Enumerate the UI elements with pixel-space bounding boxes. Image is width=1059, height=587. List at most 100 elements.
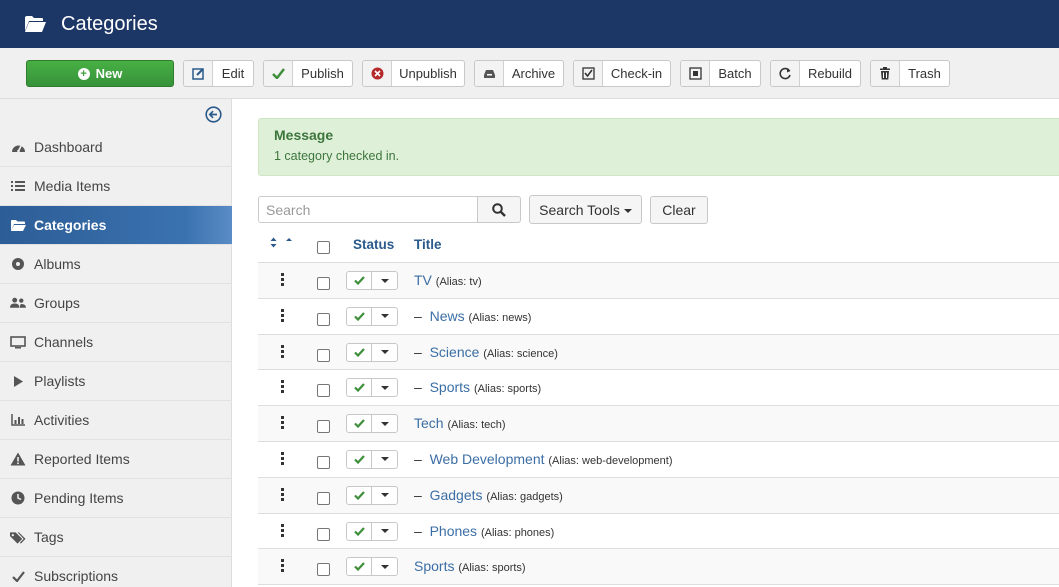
page-title: Categories xyxy=(61,12,158,35)
sidebar-item-categories[interactable]: Categories xyxy=(0,206,232,245)
unpublish-button[interactable]: Unpublish xyxy=(362,60,465,87)
row-checkbox[interactable] xyxy=(317,455,330,469)
new-button[interactable]: + New xyxy=(26,60,174,87)
status-dropdown-button[interactable] xyxy=(372,487,397,504)
category-alias: (Alias: phones) xyxy=(480,526,555,539)
table-row: – Web Development (Alias: web-developmen… xyxy=(258,442,1059,478)
drag-handle-icon[interactable] xyxy=(281,559,284,573)
search-input[interactable] xyxy=(258,196,478,223)
search-tools-button[interactable]: Search Tools xyxy=(529,195,642,224)
checkmark-icon xyxy=(353,491,365,500)
drag-handle-icon[interactable] xyxy=(281,416,284,430)
published-toggle-button[interactable] xyxy=(347,272,372,289)
drag-handle-icon[interactable] xyxy=(281,308,284,322)
sidebar-item-subscriptions[interactable]: Subscriptions xyxy=(0,557,232,587)
category-title-link[interactable]: Sports xyxy=(414,558,454,574)
category-title-link[interactable]: TV xyxy=(414,272,432,288)
drag-handle-icon[interactable] xyxy=(281,451,284,465)
status-dropdown-button[interactable] xyxy=(372,272,397,289)
sidebar-item-activities[interactable]: Activities xyxy=(0,401,232,440)
sidebar-item-reported-items[interactable]: Reported Items xyxy=(0,440,232,479)
sidebar-item-media-items[interactable]: Media Items xyxy=(0,167,232,206)
categories-table-body: TV (Alias: tv) – News (Alias: news) – Sc… xyxy=(258,263,1059,586)
published-toggle-button[interactable] xyxy=(347,415,372,433)
page-header: Categories xyxy=(0,0,1059,48)
row-checkbox[interactable] xyxy=(317,527,330,541)
sidebar-item-pending-items[interactable]: Pending Items xyxy=(0,479,232,518)
sidebar-item-channels[interactable]: Channels xyxy=(0,323,232,362)
status-dropdown-button[interactable] xyxy=(372,558,397,575)
search-button[interactable] xyxy=(477,196,521,223)
archive-button[interactable]: Archive xyxy=(474,60,564,87)
caret-down-icon xyxy=(380,529,389,534)
row-checkbox[interactable] xyxy=(317,348,330,362)
published-toggle-button[interactable] xyxy=(347,379,372,397)
drag-handle-icon[interactable] xyxy=(281,523,284,537)
trash-icon xyxy=(871,61,900,86)
sidebar-item-albums[interactable]: Albums xyxy=(0,245,232,284)
status-column-header[interactable]: Status xyxy=(353,237,394,252)
drag-handle-icon[interactable] xyxy=(281,380,284,394)
published-toggle-button[interactable] xyxy=(347,307,372,325)
published-toggle-button[interactable] xyxy=(347,558,372,576)
category-title-link[interactable]: Tech xyxy=(414,415,444,431)
rebuild-button-label: Rebuild xyxy=(807,66,853,81)
row-checkbox[interactable] xyxy=(317,563,330,577)
search-icon xyxy=(492,202,506,217)
clear-button-label: Clear xyxy=(662,202,696,218)
published-toggle-button[interactable] xyxy=(347,522,372,540)
checkmark-icon xyxy=(353,383,365,393)
check-in-button[interactable]: Check-in xyxy=(573,60,671,87)
row-checkbox[interactable] xyxy=(317,420,330,434)
category-title-link[interactable]: Science xyxy=(430,344,480,360)
table-row: – News (Alias: news) xyxy=(258,299,1059,335)
batch-icon xyxy=(681,61,710,86)
published-toggle-button[interactable] xyxy=(347,343,372,361)
table-row: – Sports (Alias: sports) xyxy=(258,370,1059,407)
sidebar-item-groups[interactable]: Groups xyxy=(0,284,232,323)
row-checkbox[interactable] xyxy=(317,312,330,326)
drag-handle-icon[interactable] xyxy=(281,273,284,286)
category-alias: (Alias: tv) xyxy=(435,276,482,288)
published-toggle-button[interactable] xyxy=(347,486,372,504)
trash-button[interactable]: Trash xyxy=(870,60,950,87)
category-title-link[interactable]: Gadgets xyxy=(430,487,483,503)
published-toggle-button[interactable] xyxy=(347,450,372,468)
status-dropdown-button[interactable] xyxy=(372,308,397,325)
drag-handle-icon[interactable] xyxy=(281,487,284,501)
batch-button[interactable]: Batch xyxy=(680,60,761,87)
status-dropdown-button[interactable] xyxy=(372,451,397,468)
category-title-link[interactable]: Web Development xyxy=(430,451,545,467)
category-title-link[interactable]: Phones xyxy=(430,523,477,539)
edit-button[interactable]: Edit xyxy=(183,60,254,87)
sidebar-item-playlists[interactable]: Playlists xyxy=(0,362,232,401)
drag-handle-icon[interactable] xyxy=(281,344,284,358)
category-title-cell: – Phones (Alias: phones) xyxy=(414,523,554,539)
caret-down-icon xyxy=(380,421,389,426)
sidebar-item-label: Albums xyxy=(34,256,81,272)
category-title-cell: Tech (Alias: tech) xyxy=(414,415,506,431)
category-alias: (Alias: news) xyxy=(468,311,532,324)
collapse-sidebar-icon[interactable] xyxy=(205,106,222,123)
status-dropdown-button[interactable] xyxy=(372,415,397,432)
new-button-label: New xyxy=(95,66,123,81)
rebuild-button[interactable]: Rebuild xyxy=(770,60,861,87)
status-toggle xyxy=(346,342,398,362)
row-checkbox[interactable] xyxy=(317,491,330,505)
row-checkbox[interactable] xyxy=(317,384,330,398)
row-checkbox[interactable] xyxy=(317,277,330,290)
sort-ordering-icon[interactable] xyxy=(269,236,295,250)
trash-button-label: Trash xyxy=(908,66,941,81)
clear-button[interactable]: Clear xyxy=(650,196,708,224)
sidebar-item-dashboard[interactable]: Dashboard xyxy=(0,128,232,167)
indent-dash: – xyxy=(414,343,422,360)
status-dropdown-button[interactable] xyxy=(372,379,397,396)
publish-button[interactable]: Publish xyxy=(263,60,353,87)
sidebar-item-tags[interactable]: Tags xyxy=(0,518,232,557)
status-dropdown-button[interactable] xyxy=(372,523,397,540)
title-column-header[interactable]: Title xyxy=(414,237,442,252)
category-title-link[interactable]: News xyxy=(430,308,465,324)
category-title-link[interactable]: Sports xyxy=(430,379,470,395)
status-dropdown-button[interactable] xyxy=(372,344,397,361)
select-all-checkbox[interactable] xyxy=(317,241,330,254)
